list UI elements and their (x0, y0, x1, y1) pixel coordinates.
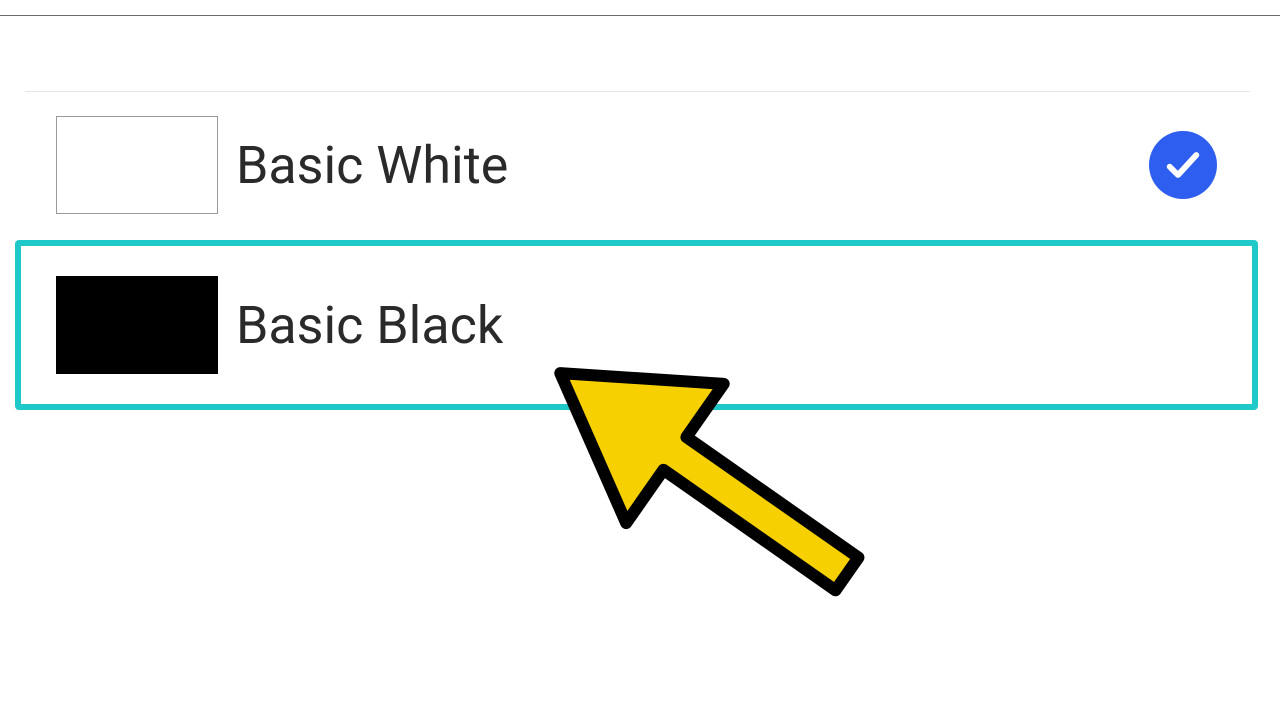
swatch-black (56, 276, 218, 374)
color-option-basic-black[interactable]: Basic Black (15, 240, 1258, 410)
color-option-basic-white[interactable]: Basic White (15, 80, 1258, 250)
option-label: Basic Black (236, 295, 1217, 356)
swatch-white (56, 116, 218, 214)
option-label: Basic White (236, 135, 1149, 196)
top-border (0, 15, 1280, 16)
checkmark-icon (1149, 131, 1217, 199)
